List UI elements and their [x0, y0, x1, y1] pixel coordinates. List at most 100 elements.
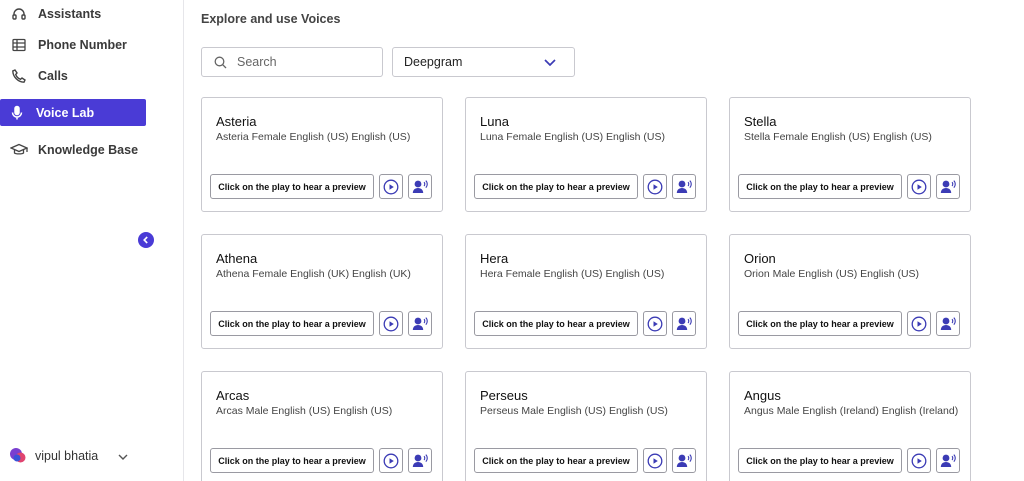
voice-card: Perseus Perseus Male English (US) English…: [465, 371, 707, 481]
sidebar-item-phone-number[interactable]: Phone Number: [0, 31, 127, 58]
provider-select[interactable]: Deepgram: [392, 47, 575, 77]
voice-description: Luna Female English (US) English (US): [480, 131, 665, 143]
play-icon: [647, 453, 663, 468]
use-voice-button[interactable]: [936, 174, 960, 199]
voice-description: Angus Male English (Ireland) English (Ir…: [744, 405, 959, 417]
play-button[interactable]: [379, 448, 403, 473]
sidebar: Assistants Phone Number Calls Voice Lab …: [0, 0, 184, 481]
play-button[interactable]: [643, 448, 667, 473]
sidebar-item-assistants[interactable]: Assistants: [0, 0, 101, 27]
use-voice-button[interactable]: [672, 311, 696, 336]
app: Assistants Phone Number Calls Voice Lab …: [0, 0, 1024, 481]
use-voice-button[interactable]: [936, 311, 960, 336]
use-voice-button[interactable]: [936, 448, 960, 473]
voice-card: Angus Angus Male English (Ireland) Englis…: [729, 371, 971, 481]
voice-card: Arcas Arcas Male English (US) English (US…: [201, 371, 443, 481]
voice-description: Hera Female English (US) English (US): [480, 268, 665, 280]
preview-button[interactable]: Click on the play to hear a preview: [210, 448, 374, 473]
play-button[interactable]: [907, 311, 931, 336]
page-title: Explore and use Voices: [201, 12, 341, 26]
speaking-head-icon: [412, 454, 428, 467]
voice-name: Luna: [480, 114, 509, 129]
play-button[interactable]: [379, 311, 403, 336]
search-icon: [214, 56, 227, 68]
preview-button[interactable]: Click on the play to hear a preview: [474, 448, 638, 473]
voice-description: Perseus Male English (US) English (US): [480, 405, 668, 417]
headset-icon: [10, 5, 28, 23]
speaking-head-icon: [412, 180, 428, 193]
speaking-head-icon: [676, 454, 692, 467]
preview-button[interactable]: Click on the play to hear a preview: [738, 448, 902, 473]
use-voice-button[interactable]: [672, 174, 696, 199]
voice-card: Luna Luna Female English (US) English (US…: [465, 97, 707, 212]
play-icon: [911, 453, 927, 468]
sidebar-item-voice-lab[interactable]: Voice Lab: [0, 99, 146, 126]
play-icon: [383, 316, 399, 331]
voice-card: Hera Hera Female English (US) English (US…: [465, 234, 707, 349]
use-voice-button[interactable]: [408, 311, 432, 336]
speaking-head-icon: [940, 180, 956, 193]
play-button[interactable]: [907, 174, 931, 199]
table-icon: [10, 36, 28, 54]
play-button[interactable]: [907, 448, 931, 473]
voice-name: Hera: [480, 251, 509, 266]
voice-name: Arcas: [216, 388, 250, 403]
voice-card: Stella Stella Female English (US) English…: [729, 97, 971, 212]
play-icon: [647, 179, 663, 194]
voice-name: Perseus: [480, 388, 528, 403]
main-content: Explore and use Voices Deepgram AsteriaA…: [184, 0, 1024, 481]
play-icon: [911, 316, 927, 331]
phone-icon: [10, 67, 28, 85]
preview-button[interactable]: Click on the play to hear a preview: [210, 174, 374, 199]
sidebar-item-knowledge-base[interactable]: Knowledge Base: [0, 136, 138, 163]
preview-button[interactable]: Click on the play to hear a preview: [474, 311, 638, 336]
preview-button[interactable]: Click on the play to hear a preview: [738, 174, 902, 199]
play-button[interactable]: [643, 311, 667, 336]
voice-card: Orion Orion Male English (US) English (US…: [729, 234, 971, 349]
voice-name: Angus: [744, 388, 781, 403]
user-menu[interactable]: vipul bhatia: [8, 446, 128, 466]
voice-card: Athena Athena Female English (UK) English…: [201, 234, 443, 349]
play-icon: [911, 179, 927, 194]
speaking-head-icon: [940, 317, 956, 330]
preview-button[interactable]: Click on the play to hear a preview: [474, 174, 638, 199]
search-input[interactable]: [237, 55, 367, 69]
speaking-head-icon: [676, 317, 692, 330]
use-voice-button[interactable]: [408, 448, 432, 473]
avatar: [8, 446, 28, 466]
provider-select-value: Deepgram: [404, 55, 463, 69]
collapse-sidebar-button[interactable]: [138, 232, 154, 248]
sidebar-item-label: Assistants: [38, 6, 102, 21]
voice-description: Stella Female English (US) English (US): [744, 131, 932, 143]
speaking-head-icon: [412, 317, 428, 330]
search-box[interactable]: [201, 47, 383, 77]
sidebar-item-calls[interactable]: Calls: [0, 62, 68, 89]
play-button[interactable]: [379, 174, 403, 199]
play-button[interactable]: [643, 174, 667, 199]
voice-description: Orion Male English (US) English (US): [744, 268, 920, 280]
play-icon: [383, 453, 399, 468]
use-voice-button[interactable]: [672, 448, 696, 473]
chevron-down-icon: [118, 449, 128, 463]
speaking-head-icon: [940, 454, 956, 467]
voice-name: Stella: [744, 114, 777, 129]
voice-description: Arcas Male English (US) English (US): [216, 405, 393, 417]
sidebar-item-label: Knowledge Base: [38, 142, 139, 157]
play-icon: [647, 316, 663, 331]
voice-name: Orion: [744, 251, 776, 266]
chevron-left-icon: [143, 236, 148, 244]
microphone-icon: [8, 104, 26, 122]
preview-button[interactable]: Click on the play to hear a preview: [210, 311, 374, 336]
voice-name: Asteria: [216, 114, 257, 129]
graduation-cap-icon: [10, 141, 28, 159]
voice-name: Athena: [216, 251, 258, 266]
speaking-head-icon: [676, 180, 692, 193]
preview-button[interactable]: Click on the play to hear a preview: [738, 311, 902, 336]
sidebar-item-label: Phone Number: [38, 37, 127, 52]
chevron-down-icon: [544, 58, 556, 66]
user-name: vipul bhatia: [35, 449, 99, 463]
voice-card: Asteria Asteria Female English (US) Engli…: [201, 97, 443, 212]
sidebar-item-label: Calls: [38, 68, 68, 83]
play-icon: [383, 179, 399, 194]
use-voice-button[interactable]: [408, 174, 432, 199]
